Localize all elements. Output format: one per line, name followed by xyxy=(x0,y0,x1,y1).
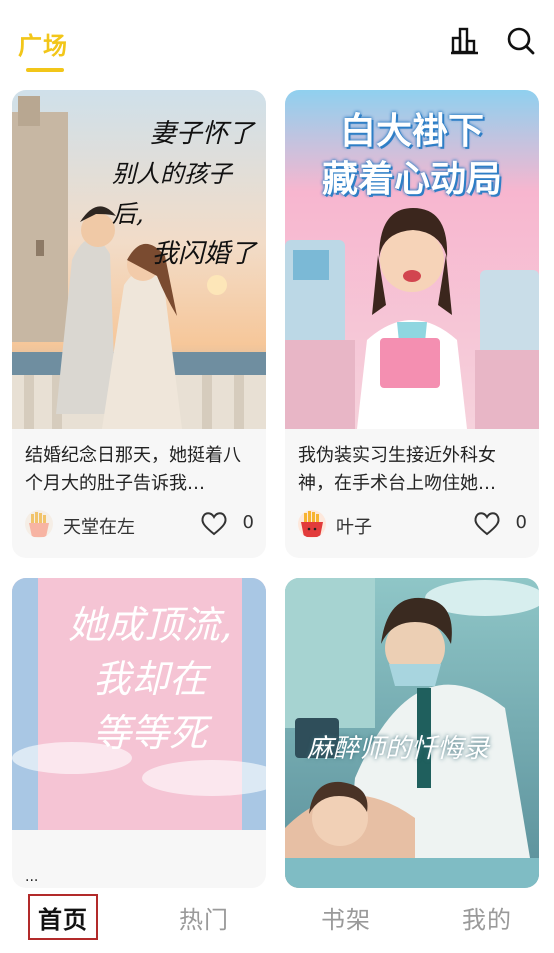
cover-title-line: 我却在 xyxy=(92,657,207,701)
author-name[interactable]: 天堂在左 xyxy=(63,513,135,539)
like-count: 0 xyxy=(515,512,527,533)
nav-item-bookshelf[interactable]: 书架 xyxy=(306,900,386,935)
cover-title-line: 麻醉师的忏悔录 xyxy=(307,734,490,764)
book-cover[interactable]: 妻子怀了 别人的孩子后, 我闪婚了 xyxy=(12,90,266,429)
card-footer: 叶子 0 xyxy=(298,508,527,542)
cover-title-line: 别人的孩子后, xyxy=(112,160,232,228)
avatar[interactable] xyxy=(25,510,53,538)
avatar[interactable] xyxy=(298,510,326,538)
cover-title-line: 等等死 xyxy=(92,711,207,755)
cover-title-line: 白大褂下 xyxy=(339,111,484,152)
book-description: 结婚纪念日那天，她挺着八个月大的肚子告诉我… xyxy=(25,445,241,494)
search-icon[interactable] xyxy=(506,26,536,56)
cover-title-line: 她成顶流, xyxy=(67,603,233,647)
book-card[interactable]: 麻醉师的忏悔录 xyxy=(285,578,539,888)
title-underline xyxy=(26,68,64,72)
book-cover[interactable]: 她成顶流, 我却在 等等死 xyxy=(12,578,266,830)
nav-item-home[interactable]: 首页 xyxy=(23,900,103,935)
card-footer: 天堂在左 0 xyxy=(25,508,254,542)
stats-icon[interactable] xyxy=(450,26,480,56)
like-count: 0 xyxy=(242,512,254,533)
author-name[interactable]: 叶子 xyxy=(336,513,372,539)
book-description: ... xyxy=(25,869,39,885)
book-cover[interactable]: 麻醉师的忏悔录 xyxy=(285,578,539,888)
book-description: 我伪装实习生接近外科女神，在手术台上吻住她… xyxy=(298,445,496,494)
top-bar: 广场 xyxy=(0,0,554,84)
heart-icon[interactable] xyxy=(200,511,228,537)
bottom-nav: 首页 热门 书架 我的 xyxy=(0,888,554,953)
heart-icon[interactable] xyxy=(473,511,501,537)
book-card[interactable]: 妻子怀了 别人的孩子后, 我闪婚了 结婚纪念日那天，她挺着八个月大的肚子告诉我…… xyxy=(12,90,266,558)
nav-item-hot[interactable]: 热门 xyxy=(164,900,244,935)
book-card[interactable]: 白大褂下 藏着心动局 我伪装实习生接近外科女神，在手术台上吻住她… 叶子 0 xyxy=(285,90,539,558)
nav-item-me[interactable]: 我的 xyxy=(447,900,527,935)
cover-title-line: 妻子怀了 xyxy=(150,119,255,149)
cover-title-line: 藏着心动局 xyxy=(321,159,502,200)
book-card[interactable]: 她成顶流, 我却在 等等死 ... xyxy=(12,578,266,888)
cover-title-line: 我闪婚了 xyxy=(152,239,257,269)
page-title[interactable]: 广场 xyxy=(18,26,68,61)
book-cover[interactable]: 白大褂下 藏着心动局 xyxy=(285,90,539,429)
